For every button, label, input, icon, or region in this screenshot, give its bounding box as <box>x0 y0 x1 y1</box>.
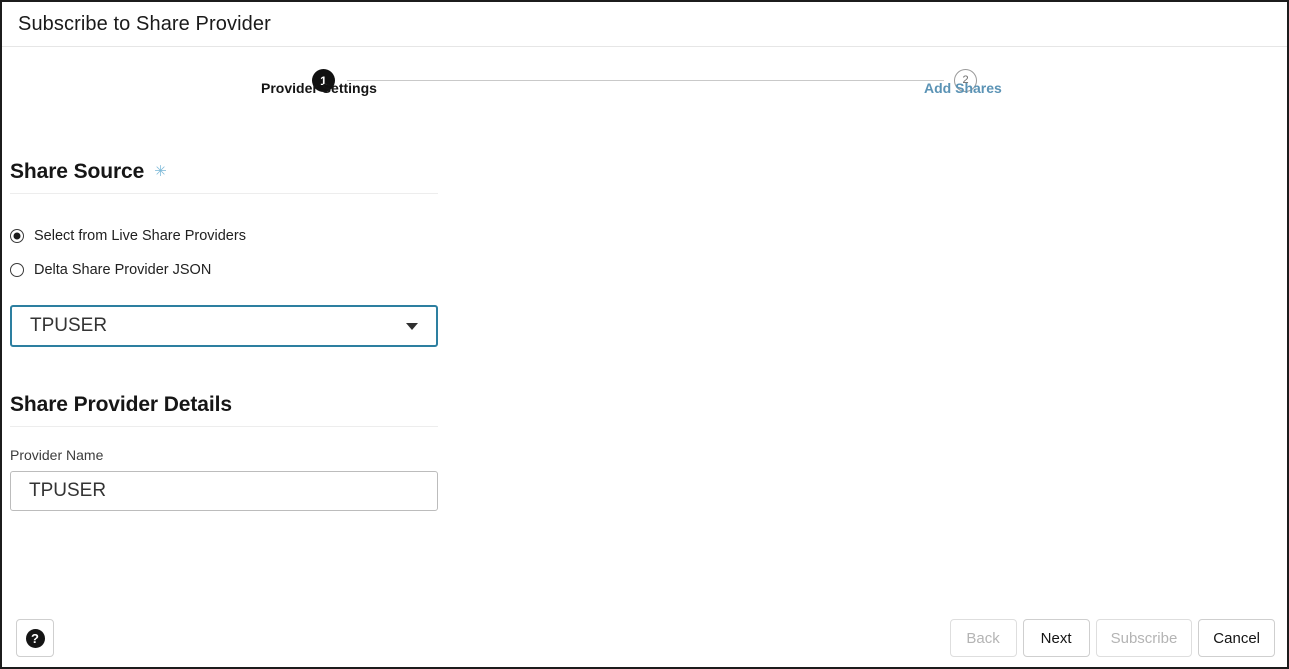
page-title: Subscribe to Share Provider <box>18 12 271 35</box>
radio-unselected-icon <box>10 263 24 277</box>
stepper-step-2-label[interactable]: Add Shares <box>924 80 1002 96</box>
subscribe-share-provider-dialog: Subscribe to Share Provider 1 2 Provider… <box>0 0 1289 669</box>
provider-name-label: Provider Name <box>10 447 104 463</box>
provider-name-input[interactable]: TPUSER <box>10 471 438 511</box>
provider-select-wrapper: TPUSER <box>10 305 438 347</box>
radio-option-delta-share-json-label: Delta Share Provider JSON <box>34 262 212 278</box>
provider-select-value: TPUSER <box>30 315 108 336</box>
dialog-titlebar: Subscribe to Share Provider <box>2 2 1287 47</box>
radio-option-live-share-providers-label: Select from Live Share Providers <box>34 228 246 244</box>
dialog-footer: ? Back Next Subscribe Cancel <box>2 609 1287 667</box>
provider-details-section-header: Share Provider Details <box>10 393 438 427</box>
radio-option-live-share-providers[interactable]: Select from Live Share Providers <box>10 225 1287 247</box>
radio-option-delta-share-json[interactable]: Delta Share Provider JSON <box>10 259 1287 281</box>
next-button[interactable]: Next <box>1022 619 1090 657</box>
stepper-connector-line <box>347 80 944 81</box>
required-asterisk-icon: ✳ <box>154 163 167 180</box>
provider-name-input-value: TPUSER <box>29 480 107 501</box>
provider-name-field: Provider Name TPUSER <box>10 447 1287 511</box>
share-source-section-header: Share Source ✳ <box>10 160 438 194</box>
dialog-content: Share Source ✳ Select from Live Share Pr… <box>2 160 1287 511</box>
cancel-button[interactable]: Cancel <box>1198 619 1275 657</box>
share-source-radio-group: Select from Live Share Providers Delta S… <box>10 225 1287 281</box>
radio-selected-icon <box>10 229 24 243</box>
stepper-step-1-label[interactable]: Provider Settings <box>261 80 377 96</box>
back-button[interactable]: Back <box>949 619 1017 657</box>
subscribe-button[interactable]: Subscribe <box>1095 619 1193 657</box>
help-button[interactable]: ? <box>16 619 54 657</box>
provider-details-title: Share Provider Details <box>10 393 232 416</box>
footer-button-group: Back Next Subscribe Cancel <box>949 619 1275 657</box>
chevron-down-icon <box>406 322 418 330</box>
wizard-stepper: 1 2 Provider Settings Add Shares <box>2 47 1287 133</box>
share-source-title: Share Source <box>10 160 145 183</box>
provider-select[interactable]: TPUSER <box>10 305 438 347</box>
help-circle-icon: ? <box>25 628 45 648</box>
